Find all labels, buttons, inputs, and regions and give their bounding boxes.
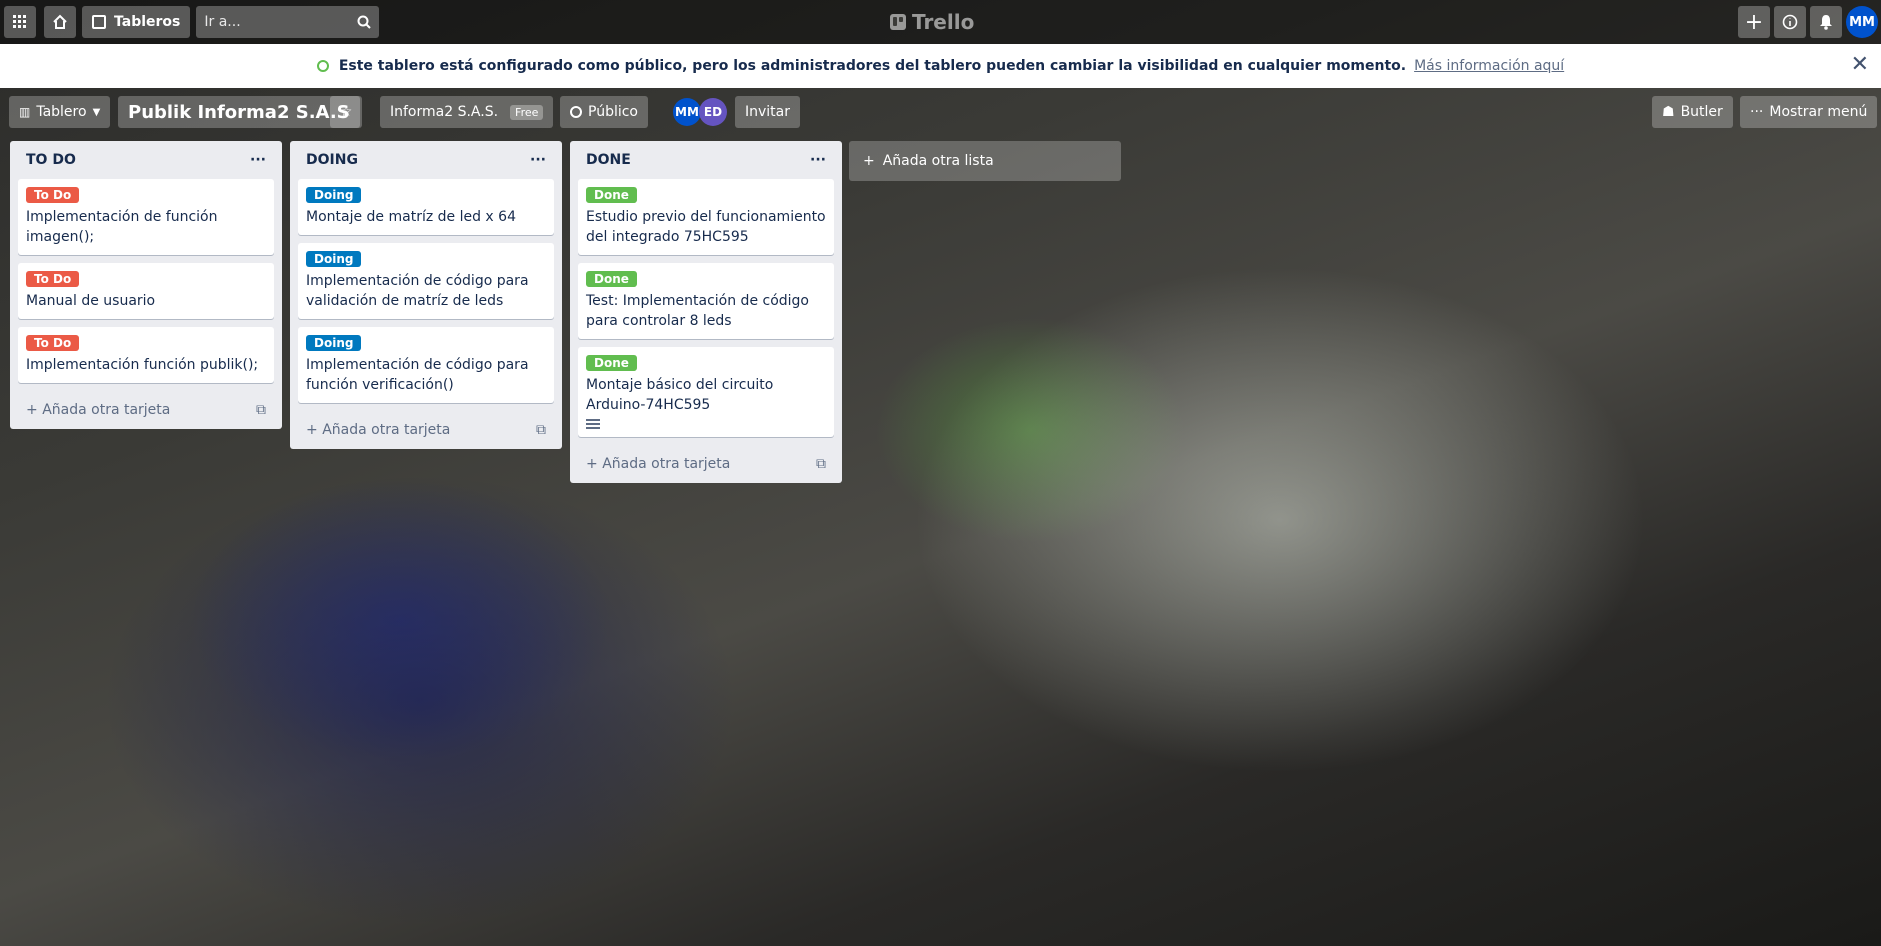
butler-button[interactable]: ☗ Butler [1652,96,1733,128]
card-title: Estudio previo del funcionamiento del in… [586,209,826,245]
list-todo: TO DO ··· To Do Implementación de función … [10,141,282,429]
trello-logo[interactable]: Trello [890,10,974,34]
home-icon[interactable] [44,6,76,38]
visibility-banner: Este tablero está configurado como públi… [0,44,1881,88]
create-plus-icon[interactable]: + [1738,6,1770,38]
banner-message: Este tablero está configurado como públi… [338,58,1407,74]
visibility-label: Público [588,104,638,120]
description-icon [586,419,600,429]
card[interactable]: To Do Implementación función publik(); [18,327,274,383]
list-menu-icon[interactable]: ··· [810,152,826,168]
card-label: To Do [26,187,80,203]
member-avatar-mm[interactable]: MM [673,98,701,126]
card-title: Implementación de función imagen(); [26,209,218,245]
visibility-button[interactable]: Público [560,96,648,128]
add-card-label: Añada otra tarjeta [42,402,171,418]
close-banner-icon[interactable]: ✕ [1851,52,1869,77]
card-template-icon[interactable]: ⧉ [256,402,266,418]
card-label: Doing [306,251,362,267]
card[interactable]: Done Test: Implementación de código para … [578,263,834,339]
board-view-switcher[interactable]: ▥ Tablero ▼ [9,96,111,128]
list-title[interactable]: TO DO [26,152,76,168]
member-avatar-ed[interactable]: ED [699,98,727,126]
globe-icon [316,60,329,72]
card[interactable]: To Do Implementación de función imagen(); [18,179,274,255]
search-icon [357,15,372,29]
card-label: Doing [306,335,362,351]
card-title: Test: Implementación de código para cont… [586,293,810,329]
card-label: Doing [306,187,362,203]
trello-logo-icon [890,14,906,30]
card-label: Done [586,355,637,371]
card[interactable]: Doing Implementación de código para valid… [298,243,554,319]
card-template-icon[interactable]: ⧉ [816,456,826,472]
boards-label: Tableros [114,14,181,30]
card-title: Implementación de código para validación… [306,273,529,309]
more-dots-icon: ··· [1750,104,1764,120]
search-box[interactable] [196,6,380,38]
plus-icon: + [863,153,875,169]
card-label: Done [586,187,637,203]
list-menu-icon[interactable]: ··· [250,152,266,168]
logo-text: Trello [912,10,975,34]
boards-button[interactable]: Tableros [82,6,191,38]
add-card-button[interactable]: + Añada otra tarjeta ⧉ [578,445,834,483]
card[interactable]: Done Montaje básico del circuito Arduino-… [578,347,834,437]
card-label: To Do [26,335,80,351]
card-label: Done [586,271,637,287]
butler-label: Butler [1680,104,1723,120]
search-input[interactable] [204,14,345,30]
board-view-label: Tablero [36,104,87,120]
list-title[interactable]: DOING [306,152,358,168]
card-title: Montaje básico del circuito Arduino-74HC… [586,377,774,413]
card[interactable]: Done Estudio previo del funcionamiento de… [578,179,834,255]
list-menu-icon[interactable]: ··· [530,152,546,168]
workspace-button[interactable]: Informa2 S.A.S. Free [380,96,554,128]
notifications-bell-icon[interactable] [1810,6,1842,38]
list-done: DONE ··· Done Estudio previo del funcionam… [570,141,842,483]
card[interactable]: Doing Implementación de código para funci… [298,327,554,403]
workspace-name: Informa2 S.A.S. [390,104,499,120]
butler-icon: ☗ [1662,104,1675,120]
show-menu-label: Mostrar menú [1769,104,1868,120]
card-title: Montaje de matríz de led x 64 [306,209,516,225]
board-title[interactable]: Publik Informa2 S.A.S [118,96,360,128]
add-list-label: Añada otra lista [882,153,994,169]
invite-button[interactable]: Invitar [735,96,801,128]
banner-more-info-link[interactable]: Más información aquí [1414,58,1564,74]
card-title: Implementación función publik(); [26,357,259,373]
list-doing: DOING ··· Doing Montaje de matríz de led x… [290,141,562,449]
add-card-button[interactable]: + Añada otra tarjeta ⧉ [298,411,554,449]
card[interactable]: Doing Montaje de matríz de led x 64 [298,179,554,235]
boards-icon [92,15,106,29]
user-avatar[interactable]: MM [1846,6,1878,38]
list-title[interactable]: DONE [586,152,631,168]
chevron-down-icon: ▼ [92,106,101,118]
visibility-globe-icon [570,106,582,118]
card-template-icon[interactable]: ⧉ [536,422,546,438]
workspace-plan-badge: Free [510,104,544,120]
info-icon[interactable] [1774,6,1806,38]
apps-grid-icon[interactable] [4,6,36,38]
show-menu-button[interactable]: ··· Mostrar menú [1740,96,1878,128]
add-card-button[interactable]: + Añada otra tarjeta ⧉ [18,391,274,429]
add-card-label: Añada otra tarjeta [602,456,731,472]
add-card-label: Añada otra tarjeta [322,422,451,438]
star-icon[interactable]: ☆ [330,96,362,128]
card-title: Manual de usuario [26,293,156,309]
card-label: To Do [26,271,80,287]
add-list-button[interactable]: + Añada otra lista [849,141,1121,181]
board-view-icon: ▥ [19,105,31,119]
card-title: Implementación de código para función ve… [306,357,529,393]
card[interactable]: To Do Manual de usuario [18,263,274,319]
